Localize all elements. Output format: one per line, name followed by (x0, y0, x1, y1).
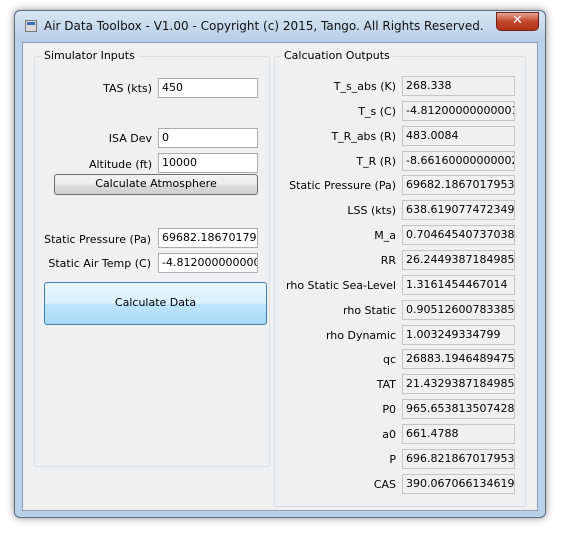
output-label: RR (380, 253, 396, 267)
output-value[interactable]: 69682.1867017953 (402, 175, 515, 196)
title-bar[interactable]: Air Data Toolbox - V1.00 - Copyright (c)… (15, 11, 545, 42)
output-label: a0 (382, 427, 396, 441)
output-value[interactable]: 390.067066134619 (402, 473, 515, 494)
simulator-inputs-title: Simulator Inputs (41, 49, 138, 62)
output-value[interactable]: 696.821867017953 (402, 448, 515, 469)
altitude-input[interactable]: 10000 (158, 153, 258, 173)
output-label: rho Static Sea-Level (286, 278, 396, 292)
output-label: Static Pressure (Pa) (289, 179, 396, 193)
output-label: T_s (C) (358, 104, 396, 118)
output-value[interactable]: -4.81200000000001 (402, 100, 515, 121)
output-value[interactable]: 0.90512600783385 (402, 299, 515, 320)
calculate-atmosphere-button[interactable]: Calculate Atmosphere (54, 174, 258, 195)
output-label: rho Static (343, 303, 396, 317)
output-label: M_a (374, 229, 396, 243)
output-label: T_R_abs (R) (331, 129, 396, 143)
simulator-inputs-group: Simulator Inputs TAS (kts) 450 ISA Dev 0… (34, 49, 270, 467)
client-area: Simulator Inputs TAS (kts) 450 ISA Dev 0… (22, 42, 538, 511)
static-pressure-label: Static Pressure (Pa) (44, 233, 151, 246)
output-label: T_s_abs (K) (333, 80, 396, 93)
isa-dev-label: ISA Dev (108, 132, 152, 145)
output-value[interactable]: 26.2449387184985 (402, 249, 515, 270)
output-label: rho Dynamic (325, 328, 396, 342)
output-value[interactable]: 1.003249334799 (402, 324, 515, 345)
output-value[interactable]: 1.3161454467014 (402, 274, 515, 295)
static-air-temp-input[interactable]: -4.81200000000001 (158, 253, 258, 273)
close-button[interactable]: ✕ (496, 12, 539, 31)
window-title: Air Data Toolbox - V1.00 - Copyright (c)… (44, 19, 484, 33)
output-value[interactable]: 268.338 (402, 76, 515, 96)
output-value[interactable]: 26883.1946489475 (402, 349, 515, 370)
output-value[interactable]: 661.4788 (402, 423, 515, 444)
output-value[interactable]: -8.66160000000002 (402, 150, 515, 171)
output-value[interactable]: 0.70464540737038 (402, 225, 515, 246)
output-label: qc (382, 353, 396, 367)
app-icon (25, 20, 37, 32)
calculation-outputs-title: Calcuation Outputs (281, 49, 393, 62)
output-value[interactable]: 965.653813507428 (402, 399, 515, 420)
isa-dev-input[interactable]: 0 (158, 128, 258, 148)
app-window: Air Data Toolbox - V1.00 - Copyright (c)… (14, 10, 546, 518)
output-value[interactable]: 638.619077472349 (402, 200, 515, 221)
tas-input[interactable]: 450 (158, 78, 258, 98)
calculation-outputs-group: Calcuation Outputs T_s_abs (K) 268.338 T_s… (274, 49, 526, 507)
output-value[interactable]: 21.4329387184985 (402, 374, 515, 395)
output-label: P (389, 452, 396, 466)
altitude-label: Altitude (ft) (88, 158, 152, 171)
output-label: LSS (kts) (347, 204, 396, 218)
static-pressure-input[interactable]: 69682.1867017953 (158, 228, 258, 248)
static-air-temp-label: Static Air Temp (C) (48, 257, 151, 270)
calculate-data-button[interactable]: Calculate Data (44, 282, 267, 325)
tas-label: TAS (kts) (103, 82, 152, 95)
output-label: CAS (373, 477, 396, 491)
output-label: P0 (382, 403, 396, 417)
output-value[interactable]: 483.0084 (402, 125, 515, 146)
output-label: TAT (376, 378, 396, 392)
output-label: T_R (R) (356, 154, 396, 168)
